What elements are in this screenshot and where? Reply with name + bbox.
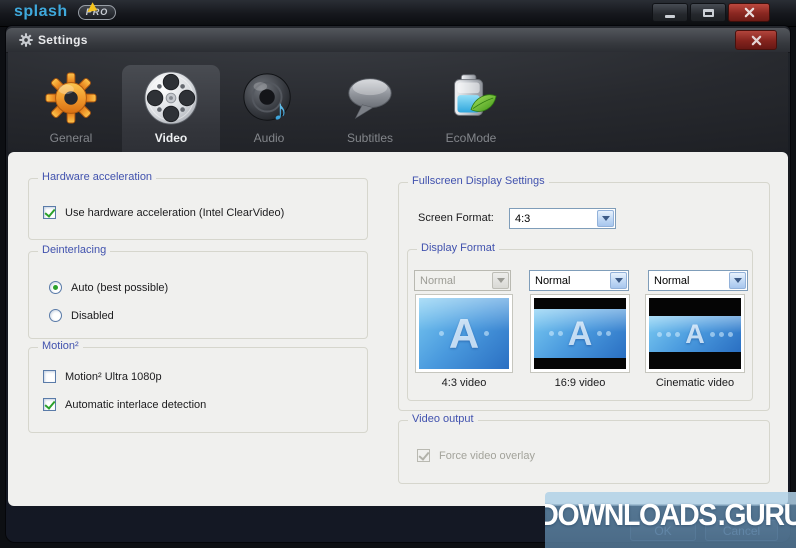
tab-ecomode[interactable]: EcoMode xyxy=(422,65,520,152)
watermark-text-right: .GURU xyxy=(717,497,796,532)
thumbnail-caption: 16:9 video xyxy=(554,377,606,389)
tab-label: Subtitles xyxy=(346,131,394,145)
music-note-icon: ♪ xyxy=(273,95,287,126)
thumbnail-43-video: A xyxy=(415,294,513,373)
video-letter: A xyxy=(685,318,705,349)
group-title: Video output xyxy=(408,413,478,425)
speech-bubble-icon xyxy=(342,65,398,131)
speaker-music-icon: ♪ xyxy=(241,65,297,131)
settings-dialog-header: Settings xyxy=(6,28,790,53)
dialog-title: Settings xyxy=(38,33,88,47)
minimize-icon xyxy=(665,15,675,18)
checkbox-label: Automatic interlace detection xyxy=(65,398,207,411)
video-settings-panel: Hardware acceleration Use hardware accel… xyxy=(8,152,788,506)
auto-interlace-checkbox[interactable] xyxy=(43,398,56,411)
group-fullscreen-display: Fullscreen Display Settings Screen Forma… xyxy=(398,175,770,411)
group-title: Motion² xyxy=(38,340,83,352)
gear-icon xyxy=(45,65,97,131)
group-display-format: Display Format Normal Normal Normal A A … xyxy=(407,242,753,401)
settings-tabstrip: General Video ♪ Audio Subtitles EcoMode xyxy=(8,52,788,152)
display-format-combobox-43: Normal xyxy=(414,270,511,291)
tab-label: Audio xyxy=(253,131,285,145)
chevron-down-icon[interactable] xyxy=(729,272,746,289)
group-hardware-acceleration: Hardware acceleration Use hardware accel… xyxy=(28,171,368,240)
screen-format-combobox[interactable]: 4:3 xyxy=(509,208,616,229)
combobox-value: Normal xyxy=(535,274,571,287)
hardware-acceleration-row: Use hardware acceleration (Intel ClearVi… xyxy=(43,206,284,219)
chevron-down-icon[interactable] xyxy=(610,272,627,289)
tab-label: General xyxy=(49,131,93,145)
maximize-button[interactable] xyxy=(690,3,726,22)
window-close-button[interactable] xyxy=(728,3,770,22)
force-video-overlay-row: Force video overlay xyxy=(417,449,535,462)
combobox-value: Normal xyxy=(420,274,456,287)
deinterlacing-disabled-radio[interactable] xyxy=(49,309,62,322)
watermark-text-left: DOWNLOADS xyxy=(545,497,717,532)
close-icon xyxy=(744,7,754,18)
settings-dialog: Settings General Video ♪ Audio Subtitles… xyxy=(6,26,790,542)
tab-general[interactable]: General xyxy=(22,65,120,152)
settings-gear-icon xyxy=(19,33,33,47)
window-titlebar: splash PRO xyxy=(0,0,796,27)
tab-label: Video xyxy=(154,131,188,145)
tab-audio[interactable]: ♪ Audio xyxy=(220,65,318,152)
display-format-combobox-169[interactable]: Normal xyxy=(529,270,629,291)
group-motion2: Motion² Motion² Ultra 1080p Automatic in… xyxy=(28,340,368,433)
deinterlacing-auto-radio[interactable] xyxy=(49,281,62,294)
dot-icon xyxy=(484,331,490,336)
film-reel-icon xyxy=(143,65,199,131)
thumbnail-169-video: A xyxy=(530,294,630,373)
motion2-ultra-checkbox[interactable] xyxy=(43,370,56,383)
group-title: Deinterlacing xyxy=(38,244,111,256)
tab-video[interactable]: Video xyxy=(122,65,220,152)
downloads-guru-watermark: DOWNLOADS .GURU xyxy=(545,492,796,548)
combobox-value: 4:3 xyxy=(515,212,531,225)
chevron-down-icon xyxy=(492,272,509,289)
group-title: Display Format xyxy=(417,242,499,254)
group-deinterlacing: Deinterlacing Auto (best possible) Disab… xyxy=(28,244,368,339)
video-letter: A xyxy=(448,309,480,357)
tab-subtitles[interactable]: Subtitles xyxy=(321,65,419,152)
deinterlacing-disabled-row: Disabled xyxy=(49,309,114,322)
display-format-combobox-cinematic[interactable]: Normal xyxy=(648,270,748,291)
checkbox-label: Use hardware acceleration (Intel ClearVi… xyxy=(65,206,285,219)
radio-label: Disabled xyxy=(71,309,114,322)
thumbnail-cinematic-video: A xyxy=(645,294,745,373)
checkbox-label: Force video overlay xyxy=(439,449,535,462)
close-icon xyxy=(751,35,761,45)
motion2-ultra-row: Motion² Ultra 1080p xyxy=(43,370,162,383)
tab-label: EcoMode xyxy=(445,131,497,145)
checkbox-label: Motion² Ultra 1080p xyxy=(65,370,162,383)
video-letter: A xyxy=(567,314,593,353)
deinterlacing-auto-row: Auto (best possible) xyxy=(49,281,168,294)
group-title: Fullscreen Display Settings xyxy=(408,175,549,187)
thumbnail-caption: 4:3 video xyxy=(441,377,487,389)
group-title: Hardware acceleration xyxy=(38,171,157,183)
splash-logo-text: splash xyxy=(14,3,68,20)
group-video-output: Video output Force video overlay xyxy=(398,413,770,484)
splash-logo: splash PRO xyxy=(14,2,117,21)
radio-label: Auto (best possible) xyxy=(71,281,169,294)
minimize-button[interactable] xyxy=(652,3,688,22)
dot-icon xyxy=(438,331,444,336)
chevron-down-icon[interactable] xyxy=(597,210,614,227)
auto-interlace-row: Automatic interlace detection xyxy=(43,398,206,411)
maximize-icon xyxy=(702,8,714,17)
screen-format-label: Screen Format: xyxy=(418,212,494,224)
dialog-close-button[interactable] xyxy=(735,30,777,50)
battery-leaf-icon xyxy=(443,65,499,131)
thumbnail-caption: Cinematic video xyxy=(655,377,735,389)
force-video-overlay-checkbox xyxy=(417,449,430,462)
use-hardware-acceleration-checkbox[interactable] xyxy=(43,206,56,219)
combobox-value: Normal xyxy=(654,274,690,287)
